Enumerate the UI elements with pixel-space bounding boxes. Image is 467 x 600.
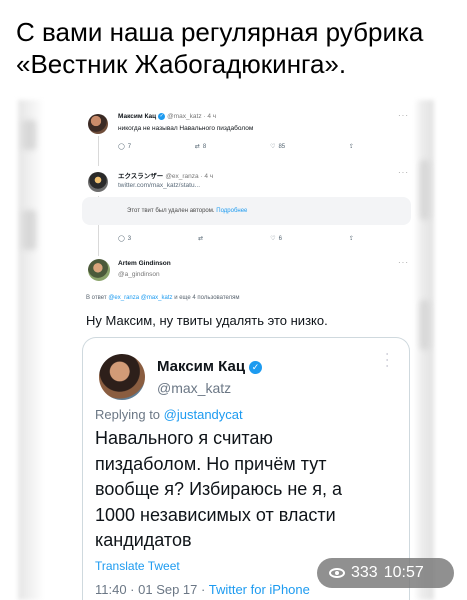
verified-icon: ✓ bbox=[158, 113, 166, 120]
author-handle: @ex_ranza · 4 ч bbox=[165, 173, 214, 180]
heart-icon: ♡ bbox=[270, 236, 276, 242]
avatar[interactable] bbox=[88, 259, 110, 281]
reply-suffix: и еще 4 пользователям bbox=[174, 295, 240, 301]
tweet-meta: 11:40 · 01 Sep 17 · Twitter for iPhone bbox=[95, 582, 310, 597]
like-button[interactable]: ♡ 6 bbox=[270, 235, 282, 243]
retweet-button[interactable]: ⇄ bbox=[198, 235, 203, 242]
tweet-text: Ну Максим, ну твиты удалять это низко. bbox=[86, 313, 328, 328]
like-button[interactable]: ♡ 85 bbox=[270, 143, 286, 151]
author-handle: @max_katz bbox=[157, 380, 232, 396]
author-name[interactable]: Максим Кац bbox=[118, 113, 156, 120]
replying-mention[interactable]: @justandycat bbox=[164, 407, 243, 422]
learn-more-link[interactable]: Подробнее bbox=[216, 208, 247, 214]
post-time: 10:57 bbox=[383, 564, 424, 581]
reply-icon: ◯ bbox=[118, 236, 125, 242]
caption-line-2: «Вестник Жабогадюкинга». bbox=[16, 49, 347, 79]
more-icon[interactable]: ··· bbox=[398, 168, 409, 177]
author-handle: @a_gindinson bbox=[118, 271, 160, 278]
avatar[interactable] bbox=[88, 114, 108, 134]
replying-to: Replying to @justandycat bbox=[95, 407, 243, 422]
deleted-tweet-notice: Этот твит был удален автором. Подробнее bbox=[82, 197, 411, 225]
blurred-edge-right bbox=[420, 160, 430, 220]
blurred-edge-left bbox=[22, 210, 36, 250]
retweet-icon: ⇄ bbox=[198, 236, 204, 242]
verified-icon: ✓ bbox=[249, 360, 263, 374]
eye-icon bbox=[329, 568, 345, 578]
reply-context: В ответ @ex_ranza @max_katz и еще 4 поль… bbox=[86, 295, 240, 301]
retweet-button[interactable]: ⇄ 8 bbox=[194, 143, 207, 151]
blurred-edge-right bbox=[420, 300, 430, 350]
views-time-badge: 333 10:57 bbox=[317, 558, 454, 588]
reply-count: 3 bbox=[127, 235, 132, 242]
replying-prefix: Replying to bbox=[95, 407, 161, 422]
quoted-author: Максим Кац ✓ bbox=[157, 358, 263, 375]
more-icon[interactable]: ··· bbox=[398, 111, 409, 120]
translate-link[interactable]: Translate Tweet bbox=[95, 559, 180, 573]
text-line: вообще я? Избираюсь не я, а bbox=[95, 479, 343, 499]
meta-source[interactable]: Twitter for iPhone bbox=[209, 582, 310, 597]
tweet-author: Artem Gindinson bbox=[118, 260, 171, 267]
avatar[interactable] bbox=[88, 172, 108, 192]
tweet-author: エクスランザー @ex_ranza · 4 ч bbox=[118, 170, 213, 180]
thread-connector bbox=[98, 136, 99, 166]
blurred-edge-left bbox=[18, 100, 44, 600]
reply-icon: ◯ bbox=[118, 144, 125, 150]
author-handle: @max_katz · 4 ч bbox=[167, 113, 217, 121]
deleted-text: Этот твит был удален автором. bbox=[127, 208, 215, 214]
avatar[interactable] bbox=[99, 354, 145, 400]
post-caption: С вами наша регулярная рубрика «Вестник … bbox=[16, 16, 456, 80]
reply-count: 7 bbox=[127, 143, 132, 150]
quoted-tweet-text: Навального я считаю пиздаболом. Но причё… bbox=[95, 426, 342, 554]
author-handle-line: @a_gindinson bbox=[118, 271, 160, 278]
retweet-icon: ⇄ bbox=[194, 144, 200, 150]
text-line: Навального я считаю bbox=[95, 428, 273, 448]
reply-button[interactable]: ◯ 3 bbox=[118, 235, 132, 243]
author-name[interactable]: エクスランザー bbox=[118, 173, 163, 180]
like-count: 85 bbox=[278, 143, 286, 150]
caption-line-1: С вами наша регулярная рубрика bbox=[16, 17, 424, 47]
text-line: кандидатов bbox=[95, 530, 192, 550]
view-count: 333 bbox=[351, 564, 378, 581]
text-line: пиздаболом. Но причём тут bbox=[95, 453, 327, 474]
tweet-text: никогда не называл Навального пиздаболом bbox=[118, 125, 254, 132]
share-icon: ⇪ bbox=[348, 144, 354, 150]
tweet-actions: ◯ 3 ⇄ ♡ 6 ⇪ bbox=[118, 235, 354, 243]
retweet-count: 8 bbox=[202, 143, 207, 150]
reply-button[interactable]: ◯ 7 bbox=[118, 143, 132, 151]
tweet-link[interactable]: twitter.com/max_katz/statu... bbox=[118, 182, 200, 189]
text-line: 1000 независимых от власти bbox=[95, 504, 336, 525]
reply-prefix: В ответ bbox=[86, 295, 107, 301]
tweet-actions: ◯ 7 ⇄ 8 ♡ 85 ⇪ bbox=[118, 143, 354, 151]
share-icon: ⇪ bbox=[348, 236, 354, 242]
more-icon[interactable]: ··· bbox=[398, 258, 409, 267]
tweet-author: Максим Кац ✓ @max_katz · 4 ч bbox=[118, 113, 216, 120]
more-icon[interactable]: ··· bbox=[381, 352, 395, 370]
reply-mentions[interactable]: @ex_ranza @max_katz bbox=[108, 295, 172, 301]
like-count: 6 bbox=[278, 235, 282, 242]
heart-icon: ♡ bbox=[270, 144, 276, 150]
author-name[interactable]: Artem Gindinson bbox=[118, 260, 171, 267]
meta-time: 11:40 · 01 Sep 17 · bbox=[95, 582, 209, 597]
share-button[interactable]: ⇪ bbox=[349, 143, 354, 150]
share-button[interactable]: ⇪ bbox=[349, 235, 354, 242]
author-name[interactable]: Максим Кац bbox=[157, 358, 245, 375]
blurred-edge-left bbox=[22, 120, 36, 150]
